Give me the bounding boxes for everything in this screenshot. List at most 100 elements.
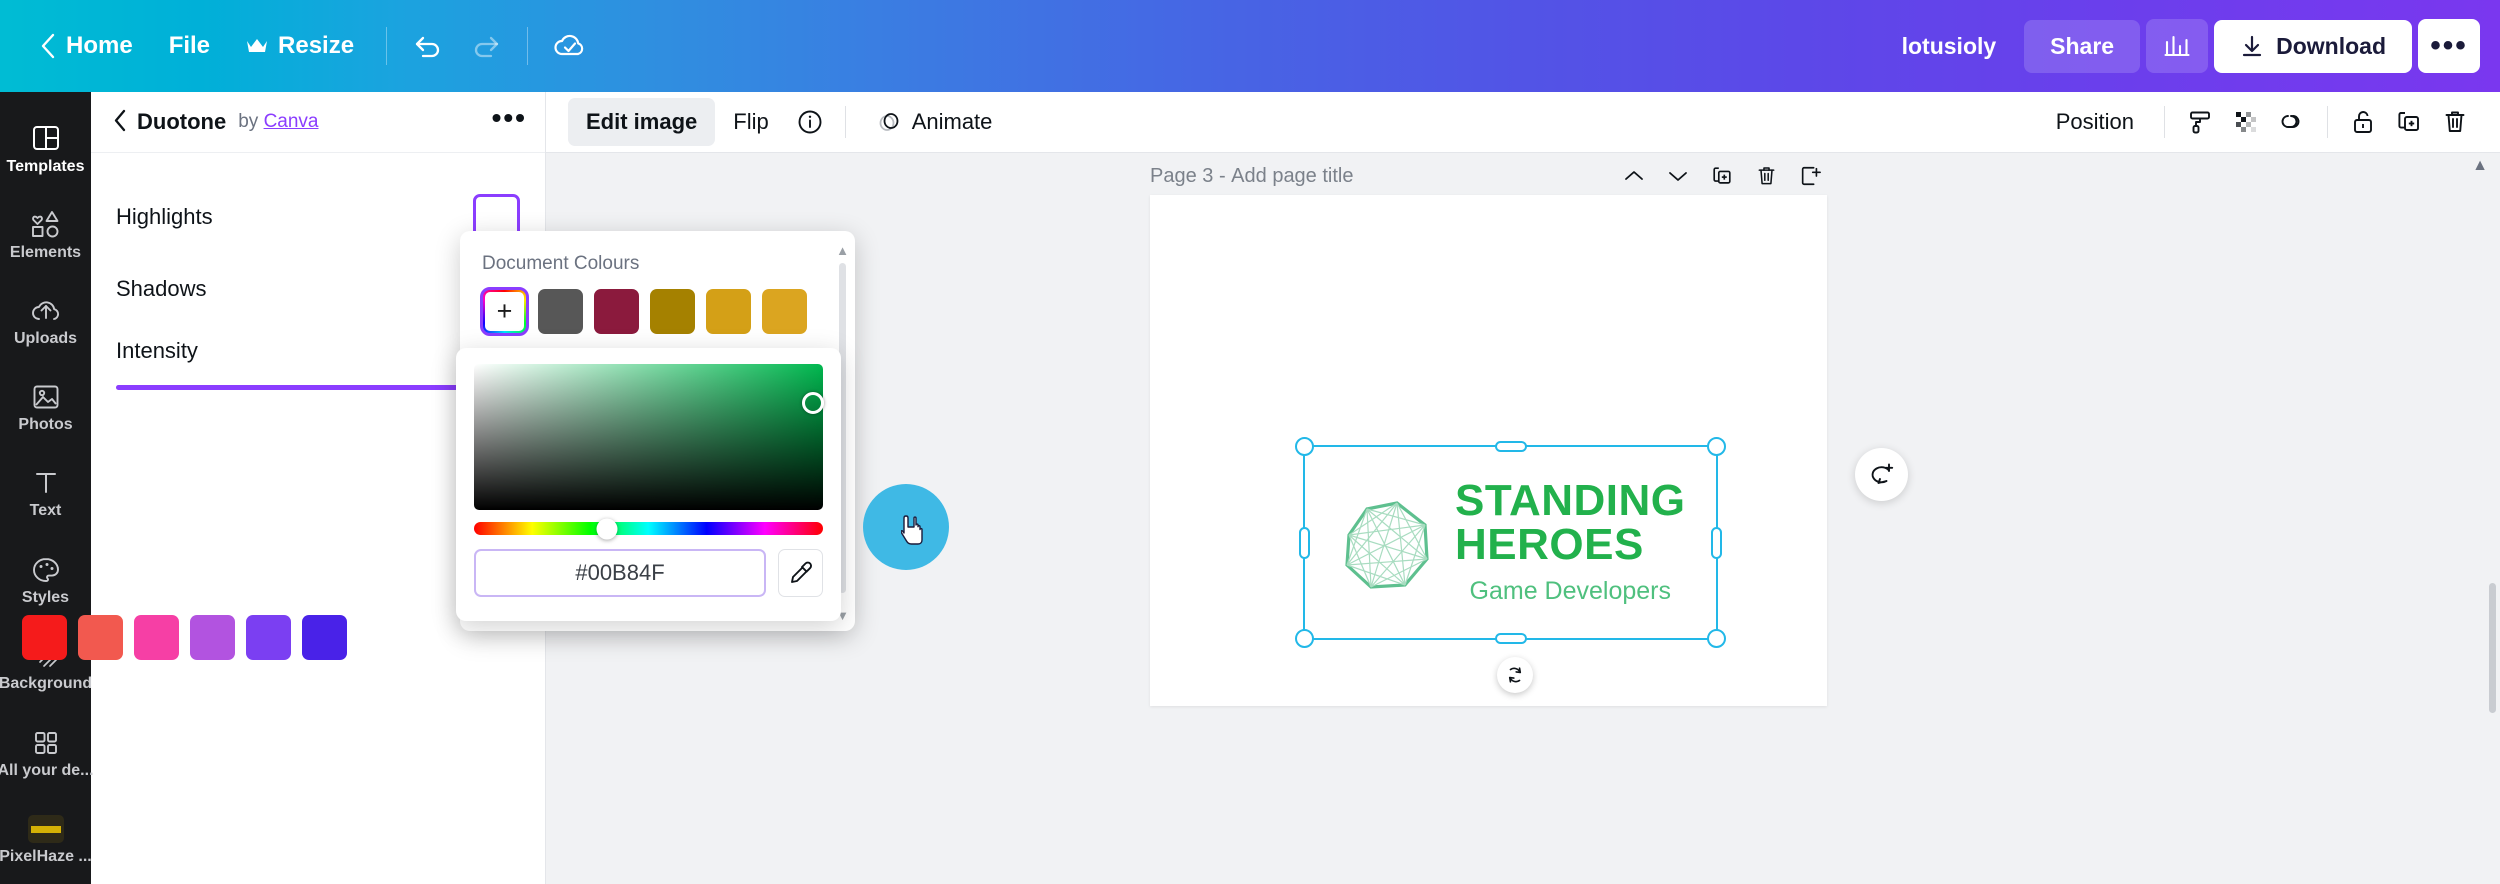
document-colour-swatch[interactable] xyxy=(594,289,639,334)
undo-button[interactable] xyxy=(401,18,457,74)
app-thumb-icon xyxy=(27,815,64,844)
saturation-value-area[interactable] xyxy=(474,364,824,510)
save-status-button[interactable] xyxy=(542,18,598,74)
palette-colour-swatch[interactable] xyxy=(22,615,67,660)
home-button[interactable]: Home xyxy=(22,22,151,70)
share-button[interactable]: Share xyxy=(2024,19,2141,73)
logo-tagline: Game Developers xyxy=(1469,577,1671,605)
resize-handle-right[interactable] xyxy=(1711,526,1722,559)
panel-title: Duotone xyxy=(137,109,227,134)
transparency-button[interactable] xyxy=(2223,99,2269,145)
palette-colour-swatch[interactable] xyxy=(246,615,291,660)
document-colours-title: Document Colours xyxy=(482,253,640,274)
sidebar-item-pixelhaze[interactable]: PixelHaze ... xyxy=(0,798,92,884)
edit-image-button[interactable]: Edit image xyxy=(568,98,716,146)
copy-style-button[interactable] xyxy=(2177,99,2223,145)
saturation-value-cursor[interactable] xyxy=(801,392,824,415)
page-header: Page 3 - Add page title xyxy=(1150,153,1830,199)
picker-bottom-swatch-row xyxy=(0,615,395,660)
resize-handle-top-right[interactable] xyxy=(1707,437,1726,456)
sidebar-item-styles[interactable]: Styles xyxy=(0,538,91,624)
lock-button[interactable] xyxy=(2340,99,2386,145)
document-colour-swatch[interactable] xyxy=(706,289,751,334)
more-options-button[interactable]: ••• xyxy=(2418,19,2480,73)
info-icon xyxy=(797,109,823,135)
flip-button[interactable]: Flip xyxy=(715,98,786,146)
account-name-button[interactable]: lotusioly xyxy=(1880,21,2019,72)
palette-colour-swatch[interactable] xyxy=(78,615,123,660)
panel-more-button[interactable]: ••• xyxy=(492,104,527,132)
document-colour-swatch[interactable] xyxy=(762,289,807,334)
document-colour-swatch[interactable] xyxy=(538,289,583,334)
document-colour-swatch[interactable] xyxy=(650,289,695,334)
position-button[interactable]: Position xyxy=(2038,98,2152,146)
sidebar-item-photos[interactable]: Photos xyxy=(0,365,91,451)
animate-label: Animate xyxy=(911,109,993,134)
sidebar-item-label: Templates xyxy=(6,157,85,175)
eyedropper-icon xyxy=(788,560,814,586)
palette-icon xyxy=(31,556,61,584)
trash-icon xyxy=(2443,109,2467,135)
sidebar-item-text[interactable]: Text xyxy=(0,452,91,538)
palette-colour-swatch[interactable] xyxy=(134,615,179,660)
collapse-panel-button[interactable]: ▲ xyxy=(2472,157,2488,175)
add-comment-button[interactable] xyxy=(1855,448,1908,501)
animate-button[interactable]: Animate xyxy=(858,98,1011,146)
duotone-panel-header: Duotone by Canva ••• xyxy=(91,92,545,153)
hex-color-input[interactable] xyxy=(474,549,766,597)
palette-colour-swatch[interactable] xyxy=(302,615,347,660)
top-bar-left-group: Home File Resize xyxy=(0,18,598,74)
hex-input-row xyxy=(474,549,823,597)
resize-handle-bottom[interactable] xyxy=(1494,633,1527,644)
sidebar-item-label: Text xyxy=(29,502,62,520)
delete-button[interactable] xyxy=(2432,99,2478,145)
logo-content: STANDING HEROES Game Developers xyxy=(1305,447,1716,638)
delete-page-button[interactable] xyxy=(1746,156,1786,196)
sidebar-item-elements[interactable]: Elements xyxy=(0,192,91,278)
move-page-up-button[interactable] xyxy=(1614,156,1654,196)
add-color-button[interactable]: + xyxy=(480,287,529,336)
eyedropper-button[interactable] xyxy=(778,549,823,597)
resize-button[interactable]: Resize xyxy=(228,22,372,70)
selected-image-element[interactable]: STANDING HEROES Game Developers xyxy=(1295,437,1726,648)
sidebar-item-uploads[interactable]: Uploads xyxy=(0,279,91,365)
add-page-icon xyxy=(1799,165,1821,187)
file-label: File xyxy=(168,32,211,59)
move-page-down-button[interactable] xyxy=(1658,156,1698,196)
resize-handle-bottom-left[interactable] xyxy=(1295,629,1314,648)
panel-author-link[interactable]: Canva xyxy=(264,111,319,132)
animate-icon xyxy=(876,110,902,134)
toolbar-divider-1 xyxy=(386,27,388,65)
rotate-handle[interactable] xyxy=(1497,657,1533,693)
hue-slider[interactable] xyxy=(474,518,823,539)
redo-button[interactable] xyxy=(457,18,513,74)
palette-colour-swatch[interactable] xyxy=(190,615,235,660)
sidebar-item-label: Background xyxy=(0,675,93,693)
page-title[interactable]: Page 3 - Add page title xyxy=(1150,165,1354,188)
info-button[interactable] xyxy=(787,99,833,145)
canvas-vertical-scrollbar[interactable] xyxy=(2489,583,2496,713)
panel-author: by Canva xyxy=(238,111,318,133)
sidebar-item-templates[interactable]: Templates xyxy=(0,106,91,192)
upload-cloud-icon xyxy=(30,297,62,325)
add-page-button[interactable] xyxy=(1790,156,1830,196)
insights-button[interactable] xyxy=(2146,19,2209,73)
resize-handle-top-left[interactable] xyxy=(1295,437,1314,456)
panel-back-button[interactable] xyxy=(109,109,137,136)
file-menu-button[interactable]: File xyxy=(151,22,228,70)
sidebar-item-all-your-designs[interactable]: All your de... xyxy=(0,711,94,797)
link-button[interactable] xyxy=(2269,99,2315,145)
link-icon xyxy=(2278,110,2306,134)
duplicate-page-button[interactable] xyxy=(1702,156,1742,196)
resize-handle-top[interactable] xyxy=(1494,441,1527,452)
resize-handle-bottom-right[interactable] xyxy=(1707,629,1726,648)
sidebar-item-label: Uploads xyxy=(13,329,78,347)
duplicate-button[interactable] xyxy=(2386,99,2432,145)
hue-slider-knob[interactable] xyxy=(596,518,618,539)
resize-handle-left[interactable] xyxy=(1299,526,1310,559)
caret-up-icon[interactable]: ▲ xyxy=(836,243,849,258)
mouse-cursor xyxy=(901,514,927,548)
highlights-label: Highlights xyxy=(116,204,213,229)
download-button[interactable]: Download xyxy=(2214,19,2412,73)
logo-line-1: STANDING xyxy=(1455,476,1686,525)
